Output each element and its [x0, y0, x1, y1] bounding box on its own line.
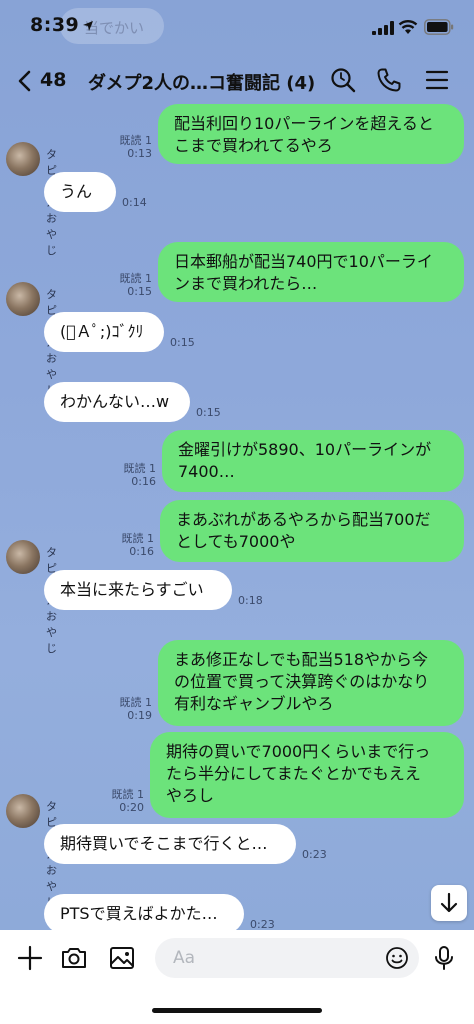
- read-receipt: 既読 1: [119, 272, 153, 285]
- message-time: 0:19: [127, 709, 152, 722]
- message-text-line: としても7000や: [176, 532, 296, 551]
- message-text-line: 7400…: [178, 462, 235, 481]
- status-bar: 当でかい 8:39: [0, 0, 474, 56]
- message-text-line: まあ修正なしでも配当518やから今: [174, 650, 429, 669]
- sent-message-bubble[interactable]: まあぶれがあるやろから配当700だ としても7000や: [160, 500, 464, 562]
- message-text-line: うん: [60, 182, 93, 201]
- message-text-line: 期待買いでそこまで行くと…: [60, 834, 268, 853]
- message-meta: 既読 1 0:20: [106, 788, 145, 814]
- message-meta: 0:15: [196, 406, 221, 419]
- message-meta: 既読 1 0:16: [118, 462, 157, 488]
- arrow-down-icon: [440, 892, 458, 913]
- plus-icon[interactable]: [16, 944, 44, 972]
- message-text-line: 有利なギャンブルやろ: [174, 694, 334, 713]
- battery-icon: [424, 19, 454, 35]
- received-message-bubble[interactable]: (ﾟＡﾟ;)ｺﾞｸﾘ: [44, 312, 164, 352]
- message-text-line: PTSで買えばよかた…: [60, 904, 218, 923]
- avatar[interactable]: [6, 142, 40, 176]
- message-input-bar: Aa: [0, 930, 474, 990]
- message-meta: 0:15: [170, 336, 195, 349]
- message-time: 0:14: [122, 196, 147, 209]
- chat-room-title[interactable]: ダメプ2人の…コ奮闘記 (4): [88, 69, 315, 95]
- message-time: 0:15: [196, 406, 221, 419]
- phone-icon[interactable]: [376, 67, 402, 93]
- emoji-icon[interactable]: [385, 946, 409, 970]
- chevron-left-icon: [18, 70, 31, 92]
- message-text-line: (ﾟＡﾟ;)ｺﾞｸﾘ: [60, 322, 144, 341]
- search-icon[interactable]: [330, 67, 356, 93]
- read-receipt: 既読 1: [119, 134, 153, 147]
- message-text-line: やろし: [166, 786, 215, 805]
- status-time: 8:39: [30, 14, 80, 36]
- message-text-line: たら半分にしてまたぐとかでもええ: [166, 764, 421, 783]
- read-receipt: 既読 1: [123, 462, 157, 475]
- read-receipt: 既読 1: [121, 532, 155, 545]
- sent-message-bubble[interactable]: 日本郵船が配当740円で10パーライ ンまで買われたら…: [158, 242, 464, 302]
- message-text-line: ンまで買われたら…: [174, 274, 318, 293]
- avatar[interactable]: [6, 282, 40, 316]
- message-meta: 既読 1 0:13: [114, 134, 153, 160]
- message-meta: 0:23: [302, 848, 327, 861]
- received-message-bubble[interactable]: うん: [44, 172, 116, 212]
- received-message-bubble[interactable]: 本当に来たらすごい: [44, 570, 232, 610]
- message-text-line: の位置で買って決算跨ぐのはかなり: [174, 672, 430, 691]
- message-text-line: 配当利回り10パーラインを超えると: [174, 114, 434, 133]
- message-time: 0:16: [129, 545, 154, 558]
- sent-message-bubble[interactable]: 期待の買いで7000円くらいまで行っ たら半分にしてまたぐとかでもええ やろし: [150, 732, 464, 818]
- message-meta: 既読 1 0:19: [114, 696, 153, 722]
- avatar[interactable]: [6, 540, 40, 574]
- message-time: 0:15: [127, 285, 152, 298]
- location-arrow-icon: [83, 21, 93, 31]
- message-time: 0:20: [119, 801, 144, 814]
- scroll-to-bottom-button[interactable]: [431, 885, 467, 921]
- read-receipt: 既読 1: [111, 788, 145, 801]
- message-text-line: 本当に来たらすごい: [60, 580, 204, 599]
- wifi-icon: [398, 20, 418, 34]
- message-meta: 既読 1 0:15: [114, 272, 153, 298]
- message-text-line: 期待の買いで7000円くらいまで行っ: [166, 742, 431, 761]
- message-text-line: 金曜引けが5890、10パーラインが: [178, 440, 432, 459]
- sent-message-bubble[interactable]: まあ修正なしでも配当518やから今 の位置で買って決算跨ぐのはかなり 有利なギャンブ…: [158, 640, 464, 726]
- avatar[interactable]: [6, 794, 40, 828]
- message-text-line: まあぶれがあるやろから配当700だ: [176, 510, 431, 529]
- message-time: 0:18: [238, 594, 263, 607]
- cellular-signal-icon: [372, 21, 394, 35]
- message-time: 0:23: [302, 848, 327, 861]
- read-receipt: 既読 1: [119, 696, 153, 709]
- received-message-bubble[interactable]: 期待買いでそこまで行くと…: [44, 824, 296, 864]
- message-input[interactable]: Aa: [155, 938, 419, 978]
- message-time: 0:16: [131, 475, 156, 488]
- message-text-line: わかんない…w: [60, 392, 170, 411]
- image-icon[interactable]: [108, 944, 136, 972]
- received-message-bubble[interactable]: PTSで買えばよかた…: [44, 894, 244, 934]
- message-meta: 0:18: [238, 594, 263, 607]
- camera-icon[interactable]: [60, 944, 88, 972]
- message-text-line: 日本郵船が配当740円で10パーライ: [174, 252, 433, 271]
- message-meta: 0:14: [122, 196, 147, 209]
- message-time: 0:13: [127, 147, 152, 160]
- message-time: 0:15: [170, 336, 195, 349]
- menu-icon[interactable]: [424, 67, 450, 93]
- home-indicator: [152, 1008, 322, 1013]
- sent-message-bubble[interactable]: 金曜引けが5890、10パーラインが 7400…: [162, 430, 464, 492]
- unread-count: 48: [40, 69, 67, 91]
- mic-icon[interactable]: [430, 944, 458, 972]
- received-message-bubble[interactable]: わかんない…w: [44, 382, 190, 422]
- chat-header: 48 ダメプ2人の…コ奮闘記 (4): [0, 58, 474, 104]
- message-meta: 既読 1 0:16: [116, 532, 155, 558]
- message-placeholder: Aa: [173, 948, 196, 968]
- back-button[interactable]: 48: [16, 66, 76, 96]
- sent-message-bubble[interactable]: 配当利回り10パーラインを超えると こまで買われてるやろ: [158, 104, 464, 164]
- message-text-line: こまで買われてるやろ: [174, 136, 333, 155]
